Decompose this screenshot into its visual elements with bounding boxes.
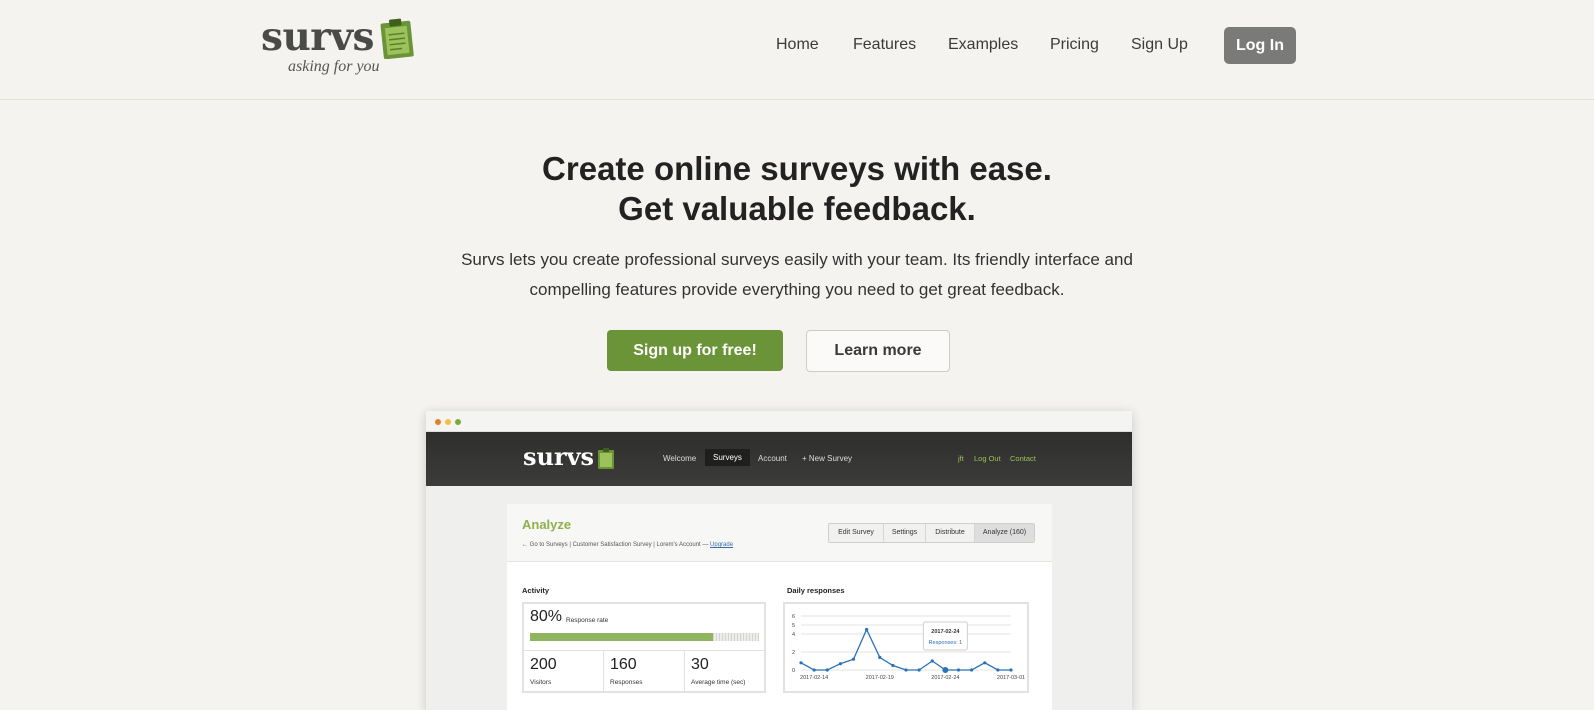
stat-responses: 160 Responses — [604, 651, 685, 692]
y-tick-label: 5 — [792, 623, 795, 629]
nav-sign-up[interactable]: Sign Up — [1131, 36, 1188, 54]
analyze-tabs: Edit Survey Settings Distribute Analyze … — [828, 523, 1035, 543]
nav-examples[interactable]: Examples — [948, 36, 1018, 54]
data-point — [812, 668, 816, 672]
data-point — [970, 668, 974, 672]
app-nav-account: Account — [758, 454, 787, 463]
window-dot-yellow — [445, 419, 451, 425]
app-nav-welcome: Welcome — [663, 454, 697, 463]
stat-visitors-label: Visitors — [530, 679, 552, 686]
app-nav-logout: Log Out — [974, 454, 1001, 463]
daily-responses-label: Daily responses — [787, 586, 845, 595]
activity-box: 80% Response rate 200 Visitors 160 Respo… — [522, 602, 766, 693]
response-rate-value: 80% — [530, 608, 563, 625]
stat-average-time-value: 30 — [691, 656, 709, 673]
x-tick-label: 2017-02-14 — [800, 675, 828, 681]
app-nav-user: jft — [958, 454, 964, 463]
tab-analyze: Analyze (160) — [975, 524, 1034, 542]
nav-home[interactable]: Home — [776, 36, 819, 54]
data-point — [851, 657, 856, 661]
y-tick-label: 0 — [792, 668, 795, 674]
app-nav-new-survey: + New Survey — [802, 454, 853, 463]
window-dot-green — [455, 419, 461, 425]
main-nav: Home Features Examples Pricing Sign Up — [0, 27, 1594, 63]
nav-pricing[interactable]: Pricing — [1050, 36, 1099, 54]
hero-subtitle: Survs lets you create professional surve… — [397, 245, 1197, 305]
tooltip-date: 2017-02-24 — [931, 629, 960, 635]
clipboard-icon — [598, 448, 614, 469]
app-navbar: survs Welcome Surveys Account + New Surv… — [426, 432, 1132, 486]
crumb-account: Lorem's Account — — [656, 542, 709, 548]
daily-responses-svg: 0 2 4 5 6 2017-02-14 2017-02-19 2017-02-24 2017-… — [792, 614, 1025, 681]
tab-distribute: Distribute — [926, 524, 975, 542]
stat-visitors: 200 Visitors — [524, 651, 604, 692]
breadcrumb: ← Go to Surveys | Customer Satisfaction … — [522, 542, 734, 548]
app-screenshot: survs Welcome Surveys Account + New Surv… — [426, 411, 1132, 710]
data-point — [825, 668, 829, 672]
stat-responses-value: 160 — [610, 656, 637, 673]
hero-title-line1: Create online surveys with ease. — [542, 150, 1052, 187]
tab-edit-survey: Edit Survey — [829, 524, 884, 542]
data-point — [996, 668, 1000, 672]
nav-features[interactable]: Features — [853, 36, 916, 54]
hero-subtitle-line1: Survs lets you create professional surve… — [461, 250, 1133, 269]
response-rate-bar — [530, 633, 759, 641]
stat-average-time-label: Average time (sec) — [691, 679, 746, 686]
crumb-surveys: ← Go to Surveys — [522, 542, 568, 548]
hero-title-line2: Get valuable feedback. — [618, 190, 976, 227]
y-tick-label: 4 — [792, 632, 795, 638]
data-point — [930, 659, 934, 663]
login-button[interactable]: Log In — [1224, 27, 1296, 64]
hero-subtitle-line2: compelling features provide everything y… — [529, 280, 1065, 299]
x-tick-label: 2017-03-01 — [997, 675, 1025, 681]
daily-responses-chart: 0 2 4 5 6 2017-02-14 2017-02-19 2017-02-24 2017-… — [783, 602, 1029, 693]
site-header: survs asking for you Home Features Examp… — [0, 0, 1594, 100]
stat-responses-label: Responses — [610, 679, 643, 686]
data-point — [917, 668, 921, 672]
response-rate-fill — [530, 633, 714, 641]
browser-bar — [426, 411, 1132, 432]
data-point — [838, 662, 842, 666]
analyze-header: Analyze ← Go to Surveys | Customer Satis… — [507, 504, 1052, 562]
app-nav-surveys: Surveys — [705, 449, 750, 466]
data-point — [865, 627, 869, 632]
data-point — [878, 655, 882, 659]
response-rate-label: Response rate — [566, 617, 609, 624]
data-point — [983, 661, 987, 665]
activity-stats: 200 Visitors 160 Responses 30 Average ti… — [524, 650, 764, 692]
y-tick-label: 6 — [792, 614, 795, 620]
tab-settings: Settings — [884, 524, 926, 542]
analyze-card: Analyze ← Go to Surveys | Customer Satis… — [507, 504, 1052, 710]
crumb-survey: Customer Satisfaction Survey — [572, 542, 652, 548]
data-point — [956, 668, 961, 672]
tooltip-value: Responses: 1 — [929, 640, 963, 646]
app-logo: survs — [523, 442, 595, 471]
series-line — [800, 627, 1011, 671]
stat-visitors-value: 200 — [530, 656, 557, 673]
data-point — [1009, 668, 1013, 672]
data-point — [904, 668, 908, 672]
analyze-title: Analyze — [522, 517, 572, 532]
activity-label: Activity — [522, 586, 550, 595]
data-point — [799, 661, 803, 665]
stat-average-time: 30 Average time (sec) — [685, 651, 764, 692]
data-point — [891, 663, 895, 668]
app-nav-contact: Contact — [1010, 454, 1036, 463]
x-tick-label: 2017-02-19 — [866, 675, 894, 681]
learn-more-button[interactable]: Learn more — [806, 330, 950, 372]
y-tick-label: 2 — [792, 650, 795, 656]
x-tick-label: 2017-02-24 — [931, 675, 959, 681]
data-point — [942, 667, 949, 673]
window-dot-red — [435, 419, 441, 425]
crumb-upgrade: Upgrade — [710, 542, 734, 548]
sign-up-free-button[interactable]: Sign up for free! — [607, 330, 783, 371]
